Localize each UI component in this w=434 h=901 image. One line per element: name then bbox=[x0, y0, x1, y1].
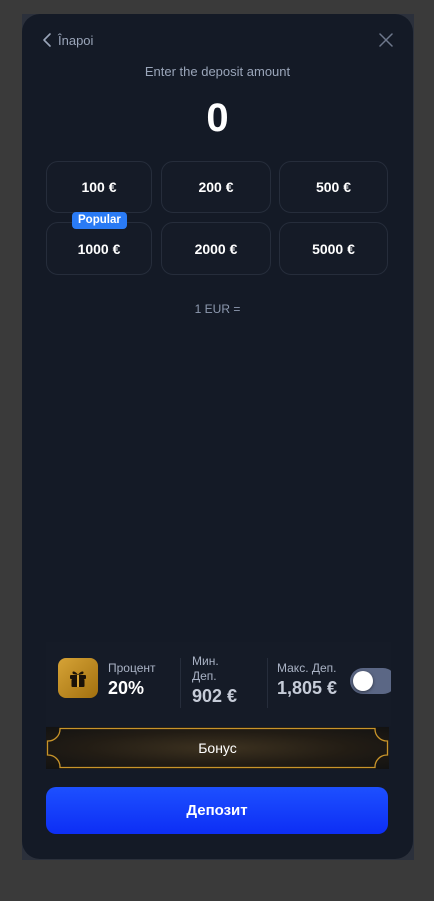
min-deposit-value: 902 € bbox=[192, 686, 238, 706]
bonus-toggle[interactable] bbox=[350, 668, 391, 694]
bonus-button[interactable]: Бонус bbox=[46, 727, 389, 769]
min-deposit-label: Мин. Деп. bbox=[192, 654, 219, 683]
deposit-button[interactable]: Депозит bbox=[46, 787, 388, 834]
preset-100-button[interactable]: 100 € bbox=[46, 161, 152, 213]
deposit-modal: Înapoi Enter the deposit amount 0 100 € … bbox=[22, 14, 413, 859]
chevron-left-icon bbox=[42, 32, 52, 48]
back-button[interactable]: Înapoi bbox=[42, 32, 93, 48]
preset-1000-button[interactable]: 1000 € bbox=[46, 222, 152, 275]
percent-label: Процент bbox=[108, 661, 156, 675]
preset-500-button[interactable]: 500 € bbox=[279, 161, 388, 213]
bonus-label: Бонус bbox=[198, 740, 237, 756]
popular-badge: Popular bbox=[72, 212, 127, 229]
percent-value: 20% bbox=[108, 678, 145, 698]
preset-2000-button[interactable]: 2000 € bbox=[161, 222, 271, 275]
gift-icon bbox=[58, 658, 98, 698]
back-label: Înapoi bbox=[58, 32, 94, 48]
close-icon[interactable] bbox=[379, 33, 393, 52]
max-deposit-label: Макс. Деп. bbox=[277, 661, 337, 675]
preset-200-button[interactable]: 200 € bbox=[161, 161, 271, 213]
preset-5000-button[interactable]: 5000 € bbox=[279, 222, 388, 275]
deposit-prompt: Enter the deposit amount bbox=[144, 64, 291, 79]
bonus-info-panel: Процент 20% Мин. Деп. 902 € Макс. Деп. 1… bbox=[46, 642, 391, 726]
divider bbox=[180, 658, 181, 708]
amount-display[interactable]: 0 bbox=[22, 96, 413, 141]
exchange-rate: 1 EUR = bbox=[194, 302, 241, 316]
divider bbox=[267, 658, 268, 708]
toggle-knob bbox=[353, 671, 373, 691]
max-deposit-value: 1,805 € bbox=[277, 678, 338, 698]
